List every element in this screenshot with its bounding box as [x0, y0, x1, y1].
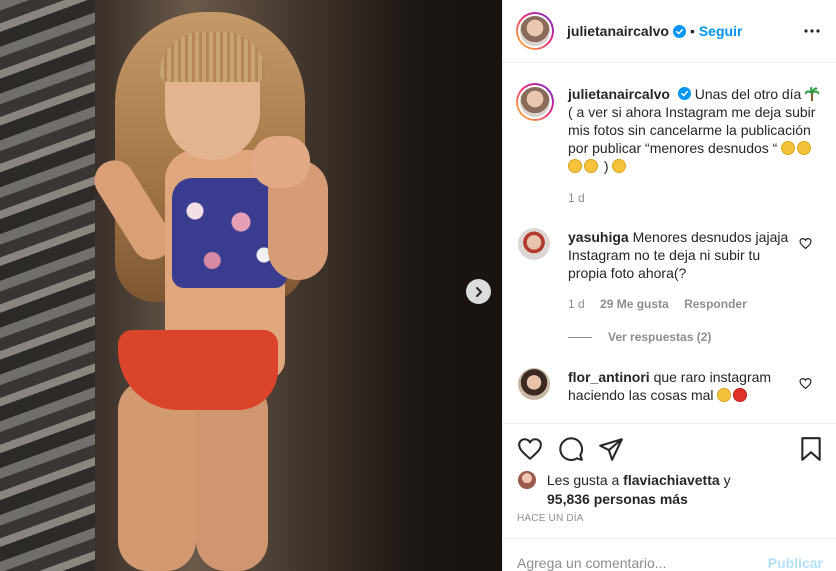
- add-comment-bar: Publicar: [503, 538, 836, 571]
- verified-badge-icon: [672, 24, 686, 38]
- caption-line-2: ( a ver si ahora Instagram me deja subir…: [568, 104, 816, 156]
- caption-username[interactable]: julietanaircalvo: [568, 86, 670, 102]
- likes-prefix: Les gusta a: [546, 472, 620, 488]
- caption-text: julietanaircalvo Unas del otro día ( a v…: [568, 85, 821, 207]
- next-arrow-icon: [475, 286, 482, 297]
- comment-meta: 1 d 29 Me gusta Responder: [568, 297, 759, 311]
- view-replies-button[interactable]: Ver respuestas (2): [568, 330, 711, 344]
- comment-icon[interactable]: [558, 436, 584, 462]
- post-header: julietanaircalvo • Seguir: [503, 0, 836, 63]
- more-options-button[interactable]: [801, 20, 823, 42]
- caption-line-1: Unas del otro día: [694, 86, 802, 102]
- like-comment-icon[interactable]: [799, 237, 812, 250]
- commenter-avatar[interactable]: [518, 368, 550, 400]
- commenter-username[interactable]: flor_antinori: [568, 369, 650, 385]
- reply-button[interactable]: Responder: [684, 297, 747, 311]
- comment-time: 1 d: [568, 297, 585, 311]
- publish-button[interactable]: Publicar: [768, 539, 823, 571]
- comment-input[interactable]: [517, 539, 768, 571]
- face-emoji-icon: [568, 159, 582, 173]
- comments-section: julietanaircalvo Unas del otro día ( a v…: [503, 64, 836, 422]
- bookmark-icon[interactable]: [798, 436, 824, 462]
- photo-background-figure: [0, 0, 95, 571]
- like-comment-icon[interactable]: [799, 377, 812, 390]
- palm-tree-emoji-icon: [804, 86, 821, 101]
- likes-count[interactable]: 95,836 personas más: [517, 490, 827, 508]
- verified-badge-icon: [677, 87, 691, 100]
- face-emoji-icon: [797, 141, 812, 155]
- action-bar: [503, 423, 836, 473]
- liker-avatar[interactable]: [517, 470, 537, 490]
- author-username[interactable]: julietanaircalvo: [567, 23, 669, 39]
- comment-text: flor_antinori que raro instagram haciend…: [568, 368, 798, 404]
- post-details-panel: julietanaircalvo • Seguir julietanaircal…: [502, 0, 836, 571]
- face-emoji-icon: [781, 141, 796, 155]
- likes-summary: Les gusta a flaviachiavetta y 95,836 per…: [517, 470, 827, 508]
- next-photo-button[interactable]: [466, 279, 491, 304]
- liker-username[interactable]: flaviachiavetta: [623, 472, 720, 488]
- comment-text: yasuhiga Menores desnudos jajaja Instagr…: [568, 228, 798, 282]
- author-avatar[interactable]: [516, 12, 554, 50]
- rolling-eyes-emoji-icon: [612, 159, 627, 173]
- caption-line-3: ): [603, 158, 609, 174]
- share-icon[interactable]: [598, 436, 624, 462]
- more-options-icon: [804, 29, 820, 33]
- likes-conj: y: [723, 472, 731, 488]
- separator-dot: •: [689, 23, 695, 39]
- commenter-username[interactable]: yasuhiga: [568, 229, 629, 245]
- rolling-eyes-emoji-icon: [717, 388, 732, 402]
- comment-likes[interactable]: 29 Me gusta: [600, 297, 669, 311]
- photo-hand: [252, 136, 310, 188]
- caption-avatar[interactable]: [516, 83, 554, 121]
- face-emoji-icon: [584, 159, 598, 173]
- view-replies-label: Ver respuestas (2): [608, 330, 712, 344]
- follow-button[interactable]: Seguir: [699, 23, 743, 39]
- caption-time: 1 d: [568, 191, 585, 205]
- post-photo[interactable]: [0, 0, 502, 571]
- replies-line: [568, 336, 592, 338]
- heart-icon[interactable]: [517, 436, 543, 462]
- commenter-avatar[interactable]: [518, 228, 550, 260]
- angry-face-emoji-icon: [733, 388, 748, 402]
- photo-swimsuit-bottom: [118, 330, 278, 410]
- post-time[interactable]: HACE UN DÍA: [517, 513, 584, 524]
